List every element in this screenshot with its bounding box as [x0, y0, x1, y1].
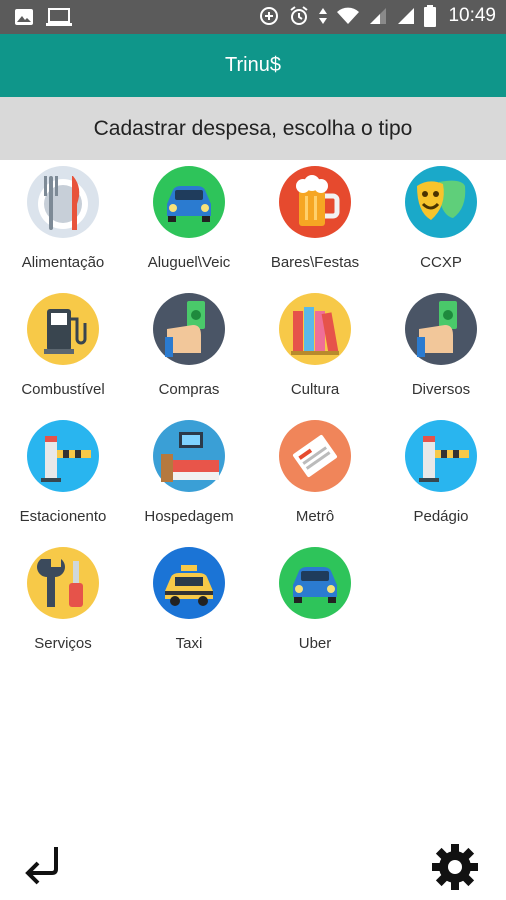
category-pedagio[interactable]: Pedágio [378, 420, 504, 540]
category-label: Alimentação [21, 254, 105, 271]
category-estacionento[interactable]: Estacionento [0, 420, 126, 540]
cutlery-icon [27, 166, 99, 238]
signal-icon [370, 8, 387, 24]
data-saver-icon [260, 7, 279, 25]
books-icon [279, 293, 351, 365]
category-label: CCXP [420, 254, 462, 271]
money-hand-icon [153, 293, 225, 365]
category-label: Serviços [34, 635, 92, 652]
category-label: Pedágio [413, 508, 469, 525]
data-arrows-icon [319, 8, 328, 24]
status-time: 10:49 [448, 5, 496, 26]
image-icon [15, 9, 33, 25]
theater-masks-icon [405, 166, 477, 238]
category-hospedagem[interactable]: Hospedagem [126, 420, 252, 540]
app-bar: Trinu$ [0, 34, 506, 97]
category-uber[interactable]: Uber [252, 547, 378, 667]
category-label: Bares\Festas [270, 254, 360, 271]
category-label: Aluguel\Veic [147, 254, 231, 271]
category-metro[interactable]: Metrô [252, 420, 378, 540]
category-label: Hospedagem [144, 508, 234, 525]
tools-icon [27, 547, 99, 619]
ticket-icon [279, 420, 351, 492]
category-servicos[interactable]: Serviços [0, 547, 126, 667]
wifi-icon [337, 7, 360, 24]
money-hand-icon [405, 293, 477, 365]
app-title: Trinu$ [225, 54, 281, 76]
car-icon [153, 166, 225, 238]
page-subheader: Cadastrar despesa, escolha o tipo [0, 97, 506, 160]
beer-icon [279, 166, 351, 238]
category-alimentacao[interactable]: Alimentação [0, 166, 126, 286]
laptop-icon [46, 8, 72, 26]
battery-icon [424, 5, 437, 27]
gear-icon[interactable] [430, 842, 480, 892]
category-ccxp[interactable]: CCXP [378, 166, 504, 286]
fuel-pump-icon [27, 293, 99, 365]
alarm-icon [290, 6, 309, 25]
category-label: Uber [298, 635, 332, 652]
parking-barrier-icon [27, 420, 99, 492]
category-label: Metrô [295, 508, 335, 525]
taxi-icon [153, 547, 225, 619]
bed-icon [153, 420, 225, 492]
category-label: Combustível [21, 381, 105, 398]
category-label: Compras [158, 381, 220, 398]
status-bar: 10:49 [0, 0, 506, 34]
category-label: Estacionento [19, 508, 107, 525]
toll-barrier-icon [405, 420, 477, 492]
subheader-text: Cadastrar despesa, escolha o tipo [93, 116, 413, 140]
category-label: Taxi [175, 635, 203, 652]
category-bares-festas[interactable]: Bares\Festas [252, 166, 378, 286]
category-cultura[interactable]: Cultura [252, 293, 378, 413]
category-label: Diversos [411, 381, 471, 398]
car-icon [279, 547, 351, 619]
category-compras[interactable]: Compras [126, 293, 252, 413]
category-diversos[interactable]: Diversos [378, 293, 504, 413]
category-label: Cultura [290, 381, 340, 398]
back-return-icon[interactable] [20, 843, 66, 887]
category-taxi[interactable]: Taxi [126, 547, 252, 667]
category-combustivel[interactable]: Combustível [0, 293, 126, 413]
signal-icon [398, 8, 415, 24]
category-aluguel-veic[interactable]: Aluguel\Veic [126, 166, 252, 286]
